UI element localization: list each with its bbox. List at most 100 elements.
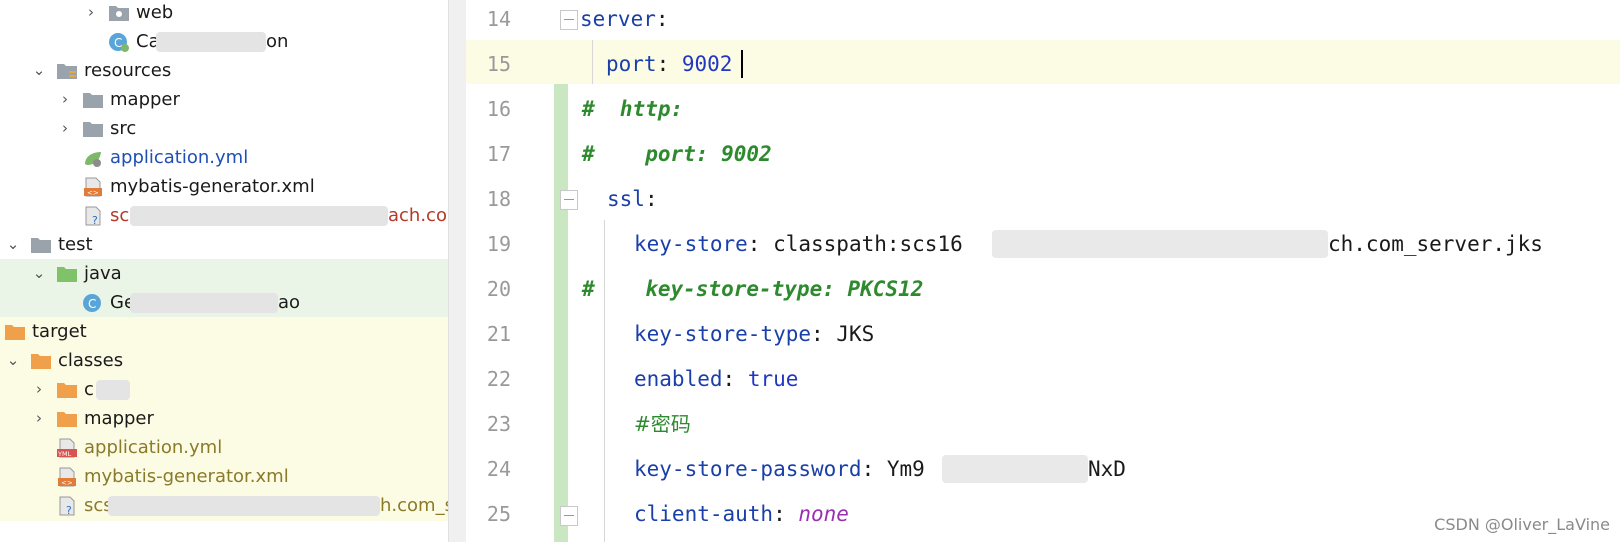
tree-item-label: mapper	[84, 408, 154, 429]
tree-item-label: src	[110, 118, 137, 139]
code-line[interactable]: port: 9002	[606, 42, 732, 87]
code-comment[interactable]: #密码	[634, 402, 691, 447]
tree-item-classes-mapper[interactable]: › mapper	[0, 404, 468, 434]
yaml-colon: :	[655, 7, 669, 31]
chevron-down-icon[interactable]: ⌄	[6, 235, 20, 253]
redacted-region	[130, 206, 388, 226]
tree-item-classes-application-yml[interactable]: YML application.yml	[0, 433, 468, 463]
line-number: 25	[486, 502, 511, 526]
tree-item-label: resources	[84, 60, 172, 81]
tree-item-mapper[interactable]: › mapper	[0, 85, 468, 115]
yaml-key: key-store-type	[634, 322, 812, 346]
spring-class-icon: C	[109, 33, 129, 52]
unknown-file-icon: ?	[85, 206, 101, 226]
chevron-right-icon[interactable]: ›	[32, 409, 46, 427]
svg-text:?: ?	[66, 504, 72, 516]
tree-item-label: application.yml	[110, 147, 249, 168]
text-caret	[741, 50, 743, 78]
resources-folder-icon	[57, 64, 77, 79]
tree-item-label: c	[84, 379, 94, 400]
code-line[interactable]: key-store: classpath:scs16	[634, 222, 963, 267]
tree-item-main-class[interactable]: C Ca on	[0, 27, 468, 57]
svg-text:C: C	[88, 297, 96, 311]
tree-item-java[interactable]: ⌄ java	[0, 259, 468, 289]
tree-item-label: target	[32, 321, 87, 342]
tree-item-resources[interactable]: ⌄ resources	[0, 56, 468, 86]
yaml-colon: :	[747, 232, 774, 256]
tree-item-label: application.yml	[84, 437, 223, 458]
yaml-value-tail: ch.com_server.jks	[1328, 232, 1543, 256]
code-comment[interactable]: # http:	[582, 87, 683, 132]
yaml-colon: :	[773, 502, 799, 526]
code-comment[interactable]: # key-store-type: PKCS12	[582, 267, 923, 312]
fold-marker-icon[interactable]	[560, 506, 578, 526]
code-line[interactable]: client-auth: none	[634, 492, 849, 537]
tree-item-web[interactable]: › web	[0, 0, 468, 28]
project-tree[interactable]: › web C Ca on ⌄ resources › mapper › src…	[0, 0, 468, 542]
panel-splitter[interactable]	[448, 0, 468, 542]
yaml-key: port	[606, 52, 657, 76]
redacted-region	[156, 32, 266, 52]
fold-marker-icon[interactable]	[560, 10, 578, 30]
code-editor[interactable]: 14 server: 15 port: 9002 16 # http: 17 #…	[466, 0, 1620, 542]
excluded-folder-icon	[57, 383, 77, 398]
redacted-region	[108, 496, 380, 516]
chevron-right-icon[interactable]: ›	[58, 119, 72, 137]
svg-text:?: ?	[92, 214, 98, 226]
folder-icon	[83, 122, 103, 137]
chevron-down-icon[interactable]: ⌄	[6, 351, 20, 369]
tree-item-label: mybatis-generator.xml	[110, 176, 315, 197]
tree-item-label: test	[58, 234, 93, 255]
test-source-folder-icon	[57, 267, 77, 282]
tree-item-src[interactable]: › src	[0, 114, 468, 144]
tree-item-classes-package[interactable]: › c	[0, 375, 468, 405]
tree-item-label: java	[84, 263, 122, 284]
chevron-right-icon[interactable]: ›	[84, 3, 98, 21]
chevron-down-icon[interactable]: ⌄	[32, 264, 46, 282]
code-line[interactable]: key-store-password: Ym9	[634, 447, 925, 492]
tree-item-classes-mybatis-generator[interactable]: <> mybatis-generator.xml	[0, 462, 468, 492]
tree-item-keystore-file[interactable]: ? sc ach.com_	[0, 201, 468, 231]
fold-marker-icon[interactable]	[560, 190, 578, 210]
tree-item-generator-class[interactable]: C Ge ao	[0, 288, 468, 318]
folder-icon	[83, 93, 103, 108]
tree-item-label: web	[136, 2, 174, 23]
line-number: 23	[486, 412, 511, 436]
tree-item-classes[interactable]: ⌄ classes	[0, 346, 468, 376]
tree-item-mybatis-generator[interactable]: <> mybatis-generator.xml	[0, 172, 468, 202]
yaml-key: enabled	[634, 367, 723, 391]
tree-item-target[interactable]: target	[0, 317, 468, 347]
class-icon: C	[83, 294, 101, 312]
yaml-value: 9002	[681, 52, 733, 76]
code-comment[interactable]: # port: 9002	[582, 132, 772, 177]
spring-config-icon	[85, 152, 101, 167]
yaml-value: none	[798, 502, 849, 526]
tree-item-application-yml[interactable]: application.yml	[0, 143, 468, 173]
code-line[interactable]: ssl:	[607, 177, 658, 222]
code-line[interactable]: server:	[580, 0, 669, 42]
redacted-region	[130, 293, 278, 313]
unknown-file-icon: ?	[59, 496, 75, 516]
yaml-colon: :	[722, 367, 748, 391]
yaml-colon: :	[644, 187, 658, 211]
watermark: CSDN @Oliver_LaVine	[1434, 515, 1610, 534]
tree-item-label-tail: on	[266, 31, 289, 52]
code-line[interactable]: enabled: true	[634, 357, 798, 402]
line-number: 18	[486, 187, 511, 211]
tree-item-label: classes	[58, 350, 124, 371]
line-number: 21	[486, 322, 511, 346]
tree-item-classes-keystore-file[interactable]: ? scs h.com_ser	[0, 491, 468, 521]
yaml-key: key-store	[634, 232, 748, 256]
chevron-right-icon[interactable]: ›	[32, 380, 46, 398]
yaml-value: JKS	[836, 322, 875, 346]
chevron-right-icon[interactable]: ›	[58, 90, 72, 108]
chevron-down-icon[interactable]: ⌄	[32, 61, 46, 79]
folder-icon	[109, 6, 129, 21]
code-line[interactable]: key-store-type: JKS	[634, 312, 874, 357]
yaml-value: true	[747, 367, 799, 391]
tree-item-test[interactable]: ⌄ test	[0, 230, 468, 260]
line-number: 17	[486, 142, 511, 166]
vcs-change-marker[interactable]	[554, 84, 568, 542]
yaml-colon: :	[811, 322, 837, 346]
line-number: 19	[486, 232, 511, 256]
